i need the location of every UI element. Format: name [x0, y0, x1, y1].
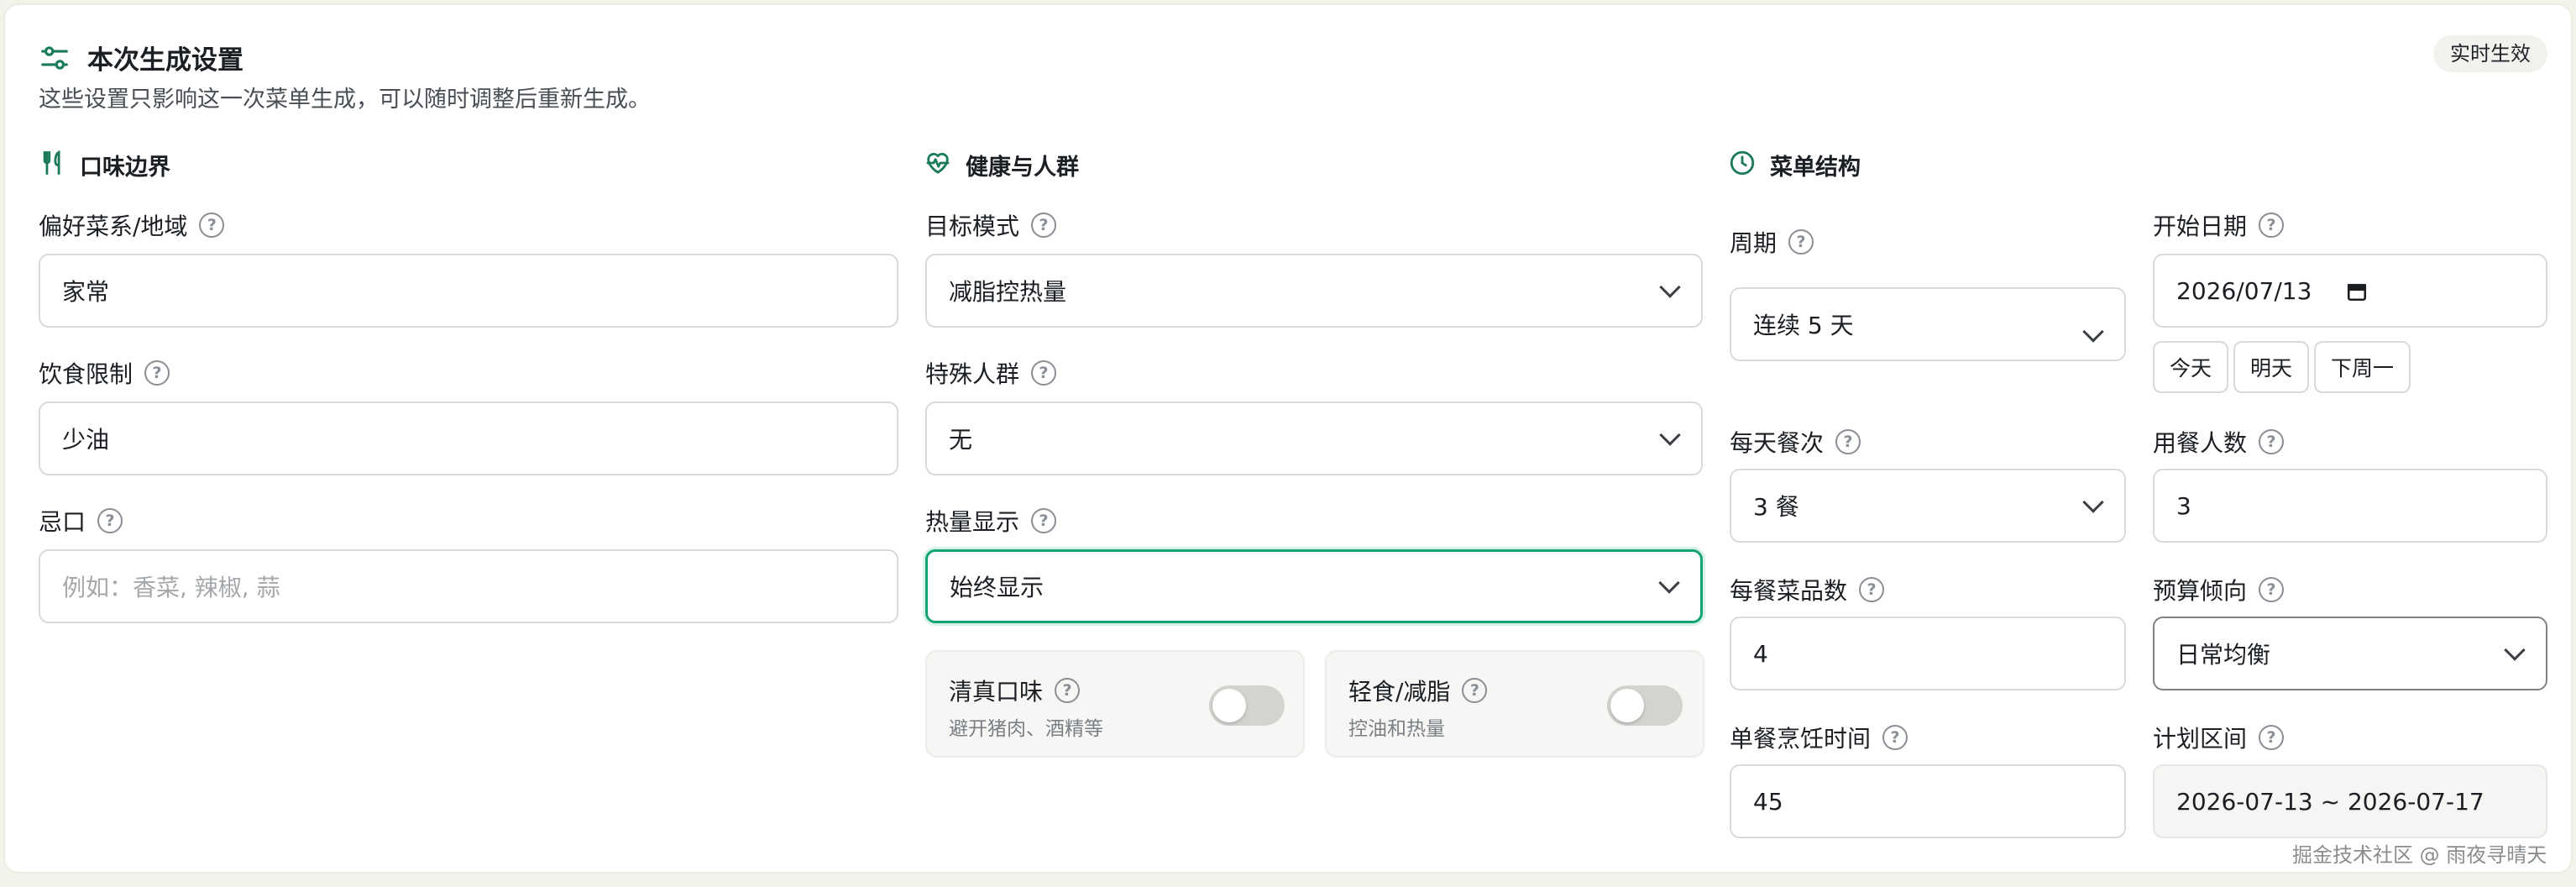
budget-label: 预算倾向 ?: [2153, 573, 2285, 606]
sliders-icon: [41, 46, 68, 70]
switch-knob: [1212, 689, 1246, 722]
meals-label-text: 每天餐次: [1730, 429, 1825, 457]
restriction-label-text: 饮食限制: [39, 360, 134, 388]
chevron-down-icon: [2082, 491, 2104, 513]
goal-label-text: 目标模式: [925, 213, 1020, 240]
watermark: 掘金技术社区 @ 雨夜寻晴天: [2292, 843, 2547, 867]
period-label: 周期 ?: [1730, 225, 1814, 259]
people-label-text: 用餐人数: [2153, 429, 2248, 457]
budget-label-text: 预算倾向: [2153, 577, 2248, 605]
help-icon[interactable]: ?: [1788, 229, 1814, 255]
avoid-label: 忌口 ?: [39, 504, 123, 538]
light-switch[interactable]: [1607, 685, 1683, 726]
help-icon[interactable]: ?: [2259, 429, 2285, 454]
dishes-label-text: 每餐菜品数: [1730, 577, 1848, 605]
page-description: 这些设置只影响这一次菜单生成，可以随时调整后重新生成。: [39, 87, 651, 113]
start-date-input[interactable]: 2026/07/13: [2153, 254, 2547, 328]
group-label: 特殊人群 ?: [925, 356, 1057, 390]
help-icon[interactable]: ?: [97, 508, 123, 533]
cook-time-label-text: 单餐烹饪时间: [1730, 725, 1872, 753]
help-icon[interactable]: ?: [1882, 725, 1908, 750]
range-label-text: 计划区间: [2153, 725, 2248, 753]
calorie-label-text: 热量显示: [925, 508, 1020, 536]
quick-date-today-button[interactable]: 今天: [2153, 341, 2229, 393]
chevron-down-icon: [2082, 321, 2104, 343]
goal-select[interactable]: 减脂控热量: [925, 254, 1703, 328]
halal-subtitle: 避开猪肉、酒精等: [949, 718, 1103, 740]
page-title: 本次生成设置: [87, 45, 243, 76]
light-toggle-card[interactable]: 轻食/减脂 ? 控油和热量: [1325, 650, 1704, 758]
start-date-value: 2026/07/13: [2176, 276, 2312, 305]
restriction-label: 饮食限制 ?: [39, 356, 170, 390]
quick-date-next-monday-button[interactable]: 下周一: [2314, 341, 2411, 393]
clock-icon: [1730, 150, 1755, 176]
help-icon[interactable]: ?: [1462, 678, 1488, 703]
help-icon[interactable]: ?: [2259, 577, 2285, 602]
calendar-icon[interactable]: [2346, 281, 2368, 302]
meals-select[interactable]: 3 餐: [1730, 469, 2126, 543]
help-icon[interactable]: ?: [1055, 678, 1081, 703]
meals-label: 每天餐次 ?: [1730, 425, 1861, 459]
avoid-label-text: 忌口: [39, 508, 86, 536]
heart-pulse-icon: [926, 153, 950, 174]
halal-toggle-card[interactable]: 清真口味 ? 避开猪肉、酒精等: [925, 650, 1305, 758]
people-input[interactable]: 3: [2153, 469, 2547, 543]
chevron-down-icon: [1658, 572, 1680, 594]
help-icon[interactable]: ?: [1031, 508, 1057, 533]
range-display: 2026-07-13 ~ 2026-07-17: [2153, 764, 2547, 838]
start-date-label: 开始日期 ?: [2153, 208, 2285, 242]
restriction-input[interactable]: 少油: [39, 402, 898, 475]
help-icon[interactable]: ?: [1859, 577, 1885, 602]
help-icon[interactable]: ?: [144, 360, 170, 386]
section-title-structure: 菜单结构: [1770, 155, 1861, 181]
calorie-select[interactable]: 始终显示: [925, 549, 1703, 623]
avoid-input[interactable]: 例如：香菜, 辣椒, 蒜: [39, 549, 898, 623]
light-title-row: 轻食/减脂 ?: [1348, 674, 1488, 707]
help-icon[interactable]: ?: [1031, 360, 1057, 386]
budget-select-value: 日常均衡: [2176, 641, 2271, 669]
help-icon[interactable]: ?: [1835, 429, 1861, 454]
chevron-down-icon: [2504, 639, 2526, 661]
light-subtitle: 控油和热量: [1348, 718, 1445, 740]
halal-title: 清真口味: [949, 678, 1044, 706]
dishes-input[interactable]: 4: [1730, 617, 2126, 690]
meals-select-value: 3 餐: [1753, 493, 1799, 521]
cuisine-label: 偏好菜系/地域 ?: [39, 208, 225, 242]
halal-title-row: 清真口味 ?: [949, 674, 1081, 707]
utensils-icon: [43, 150, 60, 176]
calorie-select-value: 始终显示: [950, 574, 1045, 601]
help-icon[interactable]: ?: [2259, 725, 2285, 750]
people-label: 用餐人数 ?: [2153, 425, 2285, 459]
budget-select[interactable]: 日常均衡: [2153, 617, 2547, 690]
start-date-label-text: 开始日期: [2153, 213, 2248, 240]
switch-knob: [1610, 689, 1644, 722]
halal-switch[interactable]: [1209, 685, 1285, 726]
period-label-text: 周期: [1730, 229, 1778, 257]
cuisine-input[interactable]: 家常: [39, 254, 898, 328]
period-select-value: 连续 5 天: [1753, 312, 1854, 339]
group-label-text: 特殊人群: [925, 360, 1020, 388]
section-title-taste: 口味边界: [80, 155, 170, 181]
help-icon[interactable]: ?: [2259, 213, 2285, 238]
dishes-label: 每餐菜品数 ?: [1730, 573, 1885, 606]
light-title: 轻食/减脂: [1348, 678, 1451, 706]
chevron-down-icon: [1659, 424, 1681, 446]
range-label: 计划区间 ?: [2153, 721, 2285, 754]
help-icon[interactable]: ?: [1031, 213, 1057, 238]
cook-time-input[interactable]: 45: [1730, 764, 2126, 838]
cook-time-label: 单餐烹饪时间 ?: [1730, 721, 1908, 754]
group-select-value: 无: [949, 426, 973, 454]
status-badge: 实时生效: [2433, 35, 2547, 72]
goal-select-value: 减脂控热量: [949, 278, 1067, 306]
calorie-label: 热量显示 ?: [925, 504, 1057, 538]
period-select[interactable]: 连续 5 天: [1730, 287, 2126, 361]
goal-label: 目标模式 ?: [925, 208, 1057, 242]
group-select[interactable]: 无: [925, 402, 1703, 475]
cuisine-label-text: 偏好菜系/地域: [39, 213, 188, 240]
section-title-health: 健康与人群: [966, 155, 1079, 181]
chevron-down-icon: [1659, 276, 1681, 298]
help-icon[interactable]: ?: [199, 213, 225, 238]
quick-date-tomorrow-button[interactable]: 明天: [2233, 341, 2310, 393]
